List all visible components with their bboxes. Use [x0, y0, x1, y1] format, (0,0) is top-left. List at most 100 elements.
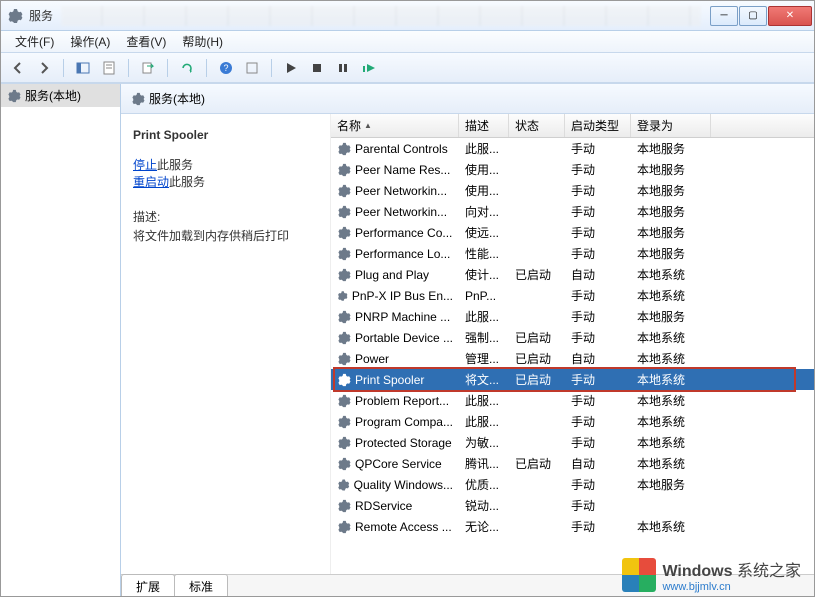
service-row[interactable]: Portable Device ...强制...已启动手动本地系统: [331, 327, 814, 348]
cell-name: Peer Name Res...: [331, 163, 459, 177]
close-button[interactable]: ✕: [768, 6, 812, 26]
cell-name: QPCore Service: [331, 457, 459, 471]
cell-start: 自动: [565, 455, 631, 472]
detail-row: Print Spooler 停止此服务 重启动此服务 描述: 将文件加载到内存供…: [121, 114, 814, 574]
cell-logon: 本地系统: [631, 350, 711, 367]
service-row[interactable]: Performance Co...使远...手动本地服务: [331, 222, 814, 243]
stop-service-button[interactable]: [306, 57, 328, 79]
cell-name: PNRP Machine ...: [331, 310, 459, 324]
cell-desc: 管理...: [459, 350, 509, 367]
cell-state: 已启动: [509, 371, 565, 388]
cell-desc: 此服...: [459, 413, 509, 430]
cell-desc: 此服...: [459, 392, 509, 409]
back-button[interactable]: [7, 57, 29, 79]
properties-button[interactable]: [98, 57, 120, 79]
start-service-button[interactable]: [280, 57, 302, 79]
service-row[interactable]: Peer Networkin...使用...手动本地服务: [331, 180, 814, 201]
cell-desc: 为敏...: [459, 434, 509, 451]
cell-name: Print Spooler: [331, 373, 459, 387]
tree-root-label: 服务(本地): [25, 87, 81, 104]
service-row[interactable]: Protected Storage为敏...手动本地系统: [331, 432, 814, 453]
cell-start: 手动: [565, 224, 631, 241]
export-button[interactable]: [137, 57, 159, 79]
service-row[interactable]: Performance Lo...性能...手动本地服务: [331, 243, 814, 264]
service-row[interactable]: RDService锐动...手动: [331, 495, 814, 516]
cell-desc: 锐动...: [459, 497, 509, 514]
cell-start: 手动: [565, 413, 631, 430]
service-list: 名称▲ 描述 状态 启动类型 登录为 Parental Controls此服..…: [331, 114, 814, 574]
service-row[interactable]: QPCore Service腾讯...已启动自动本地系统: [331, 453, 814, 474]
cell-name: Program Compa...: [331, 415, 459, 429]
cell-name: Peer Networkin...: [331, 205, 459, 219]
menu-file[interactable]: 文件(F): [7, 31, 62, 52]
pause-service-button[interactable]: [332, 57, 354, 79]
col-start[interactable]: 启动类型: [565, 114, 631, 137]
cell-desc: 使远...: [459, 224, 509, 241]
refresh-button[interactable]: [176, 57, 198, 79]
gear-icon: [7, 89, 21, 103]
service-row[interactable]: Quality Windows...优质...手动本地服务: [331, 474, 814, 495]
cell-logon: 本地系统: [631, 434, 711, 451]
service-row[interactable]: PnP-X IP Bus En...PnP...手动本地系统: [331, 285, 814, 306]
cell-logon: 本地系统: [631, 518, 711, 535]
cell-start: 手动: [565, 287, 631, 304]
service-row[interactable]: Problem Report...此服...手动本地系统: [331, 390, 814, 411]
service-row[interactable]: Parental Controls此服...手动本地服务: [331, 138, 814, 159]
minimize-button[interactable]: ─: [710, 6, 738, 26]
cell-start: 自动: [565, 266, 631, 283]
service-row[interactable]: Remote Access ...无论...手动本地系统: [331, 516, 814, 537]
restart-link[interactable]: 重启动: [133, 175, 169, 189]
service-row[interactable]: Peer Networkin...向对...手动本地服务: [331, 201, 814, 222]
cell-name: Remote Access ...: [331, 520, 459, 534]
cell-state: 已启动: [509, 455, 565, 472]
toolbar-icon[interactable]: [241, 57, 263, 79]
cell-desc: 强制...: [459, 329, 509, 346]
content-area: 服务(本地) 服务(本地) Print Spooler 停止此服务 重启动此服务…: [1, 83, 814, 596]
forward-button[interactable]: [33, 57, 55, 79]
cell-start: 手动: [565, 140, 631, 157]
detail-panel: Print Spooler 停止此服务 重启动此服务 描述: 将文件加载到内存供…: [121, 114, 331, 574]
service-row[interactable]: Power管理...已启动自动本地系统: [331, 348, 814, 369]
cell-state: 已启动: [509, 329, 565, 346]
stop-link[interactable]: 停止: [133, 158, 157, 172]
right-pane: 服务(本地) Print Spooler 停止此服务 重启动此服务 描述: 将文…: [121, 84, 814, 596]
service-row[interactable]: Peer Name Res...使用...手动本地服务: [331, 159, 814, 180]
restart-service-button[interactable]: [358, 57, 380, 79]
col-name[interactable]: 名称▲: [331, 114, 459, 137]
cell-desc: PnP...: [459, 289, 509, 303]
titlebar[interactable]: 服务 ─ ▢ ✕: [1, 1, 814, 31]
service-row[interactable]: PNRP Machine ...此服...手动本地服务: [331, 306, 814, 327]
cell-start: 手动: [565, 476, 631, 493]
show-hide-tree-button[interactable]: [72, 57, 94, 79]
watermark-suffix: 系统之家: [737, 563, 801, 580]
col-logon[interactable]: 登录为: [631, 114, 711, 137]
menu-action[interactable]: 操作(A): [62, 31, 118, 52]
col-desc[interactable]: 描述: [459, 114, 509, 137]
help-button[interactable]: ?: [215, 57, 237, 79]
cell-name: Problem Report...: [331, 394, 459, 408]
cell-desc: 腾讯...: [459, 455, 509, 472]
cell-name: Protected Storage: [331, 436, 459, 450]
cell-name: Quality Windows...: [331, 478, 459, 492]
cell-start: 手动: [565, 518, 631, 535]
cell-logon: 本地系统: [631, 413, 711, 430]
cell-logon: 本地服务: [631, 182, 711, 199]
tab-standard[interactable]: 标准: [174, 574, 228, 596]
cell-name: Peer Networkin...: [331, 184, 459, 198]
service-row[interactable]: Print Spooler将文...已启动手动本地系统: [331, 369, 814, 390]
tab-extended[interactable]: 扩展: [121, 574, 175, 596]
header-title: 服务(本地): [149, 90, 205, 107]
app-icon: [7, 8, 23, 24]
menu-help[interactable]: 帮助(H): [174, 31, 231, 52]
cell-start: 手动: [565, 245, 631, 262]
tree-root-item[interactable]: 服务(本地): [1, 84, 120, 107]
cell-start: 手动: [565, 161, 631, 178]
window-title: 服务: [29, 7, 53, 24]
cell-logon: 本地服务: [631, 161, 711, 178]
col-state[interactable]: 状态: [509, 114, 565, 137]
cell-start: 手动: [565, 371, 631, 388]
maximize-button[interactable]: ▢: [739, 6, 767, 26]
menu-view[interactable]: 查看(V): [118, 31, 174, 52]
service-row[interactable]: Program Compa...此服... 手动本地系统: [331, 411, 814, 432]
service-row[interactable]: Plug and Play使计...已启动自动本地系统: [331, 264, 814, 285]
